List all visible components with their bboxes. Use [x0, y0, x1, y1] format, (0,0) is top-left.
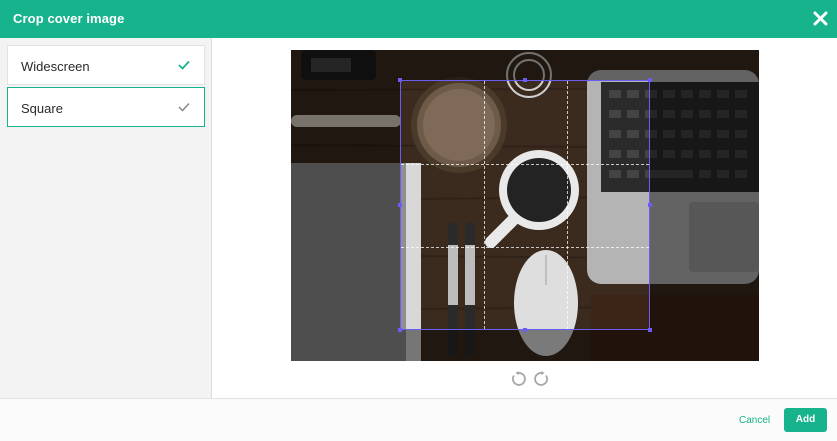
crop-grid-line — [484, 81, 485, 329]
dialog-title: Crop cover image — [13, 11, 125, 26]
crop-grid-line — [401, 247, 649, 248]
crop-handle-ne[interactable] — [648, 78, 652, 82]
option-label: Widescreen — [21, 59, 90, 74]
crop-ratio-sidebar: Widescreen Square — [0, 38, 212, 398]
crop-handle-n[interactable] — [523, 78, 527, 82]
crop-grid-line — [401, 164, 649, 165]
add-button[interactable]: Add — [784, 408, 827, 432]
dialog-header: Crop cover image — [0, 0, 837, 38]
option-square[interactable]: Square — [7, 87, 205, 127]
crop-handle-nw[interactable] — [398, 78, 402, 82]
crop-editor — [212, 38, 837, 398]
checkmark-icon — [178, 60, 190, 70]
crop-handle-s[interactable] — [523, 328, 527, 332]
rotate-left-icon[interactable] — [510, 371, 526, 387]
cancel-button[interactable]: Cancel — [739, 415, 770, 426]
option-label: Square — [21, 101, 63, 116]
crop-grid-line — [567, 81, 568, 329]
option-widescreen[interactable]: Widescreen — [7, 45, 205, 85]
crop-handle-e[interactable] — [648, 203, 652, 207]
crop-handle-w[interactable] — [398, 203, 402, 207]
close-icon[interactable] — [813, 11, 828, 26]
crop-handle-se[interactable] — [648, 328, 652, 332]
crop-handle-sw[interactable] — [398, 328, 402, 332]
dialog-footer: Cancel Add — [0, 398, 837, 441]
crop-selection[interactable] — [398, 78, 652, 332]
rotate-right-icon[interactable] — [534, 371, 550, 387]
cover-image — [291, 50, 759, 361]
checkmark-icon — [178, 102, 190, 112]
